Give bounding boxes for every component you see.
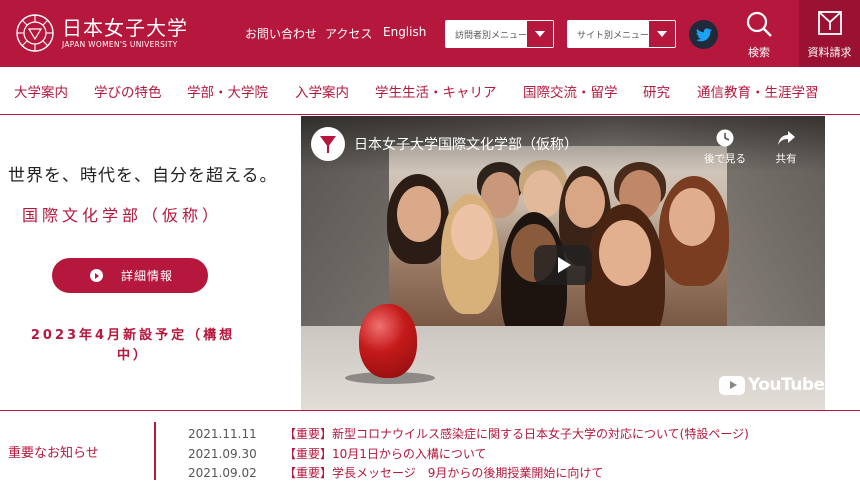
news-divider-line	[0, 410, 860, 411]
hero-faculty-name: 国際文化学部（仮称）	[22, 206, 223, 225]
clock-icon	[716, 129, 734, 147]
document-icon	[817, 11, 842, 35]
english-link[interactable]: English	[383, 25, 426, 39]
news-title[interactable]: 【重要】学長メッセージ 9月からの後期授業開始に向けて	[284, 466, 603, 480]
visitor-menu-select[interactable]: 訪問者別メニュー	[445, 20, 554, 48]
watch-later-button[interactable]: 後で見る	[703, 128, 747, 166]
university-logo[interactable]: 日本女子大学 JAPAN WOMEN'S UNIVERSITY	[14, 12, 188, 54]
request-documents-button[interactable]: 資料請求	[799, 0, 860, 67]
nav-item-international[interactable]: 国際交流・留学	[523, 81, 618, 101]
apple-image	[359, 304, 417, 378]
university-emblem-icon	[320, 136, 336, 153]
details-button-label: 詳細情報	[121, 269, 174, 283]
news-item[interactable]: 2021.11.11 【重要】新型コロナウイルス感染症に関する日本女子大学の対応に…	[188, 425, 749, 442]
main-navigation: 大学案内 学びの特色 学部・大学院 入学案内 学生生活・キャリア 国際交流・留学…	[0, 67, 860, 115]
youtube-video-player[interactable]: 日本女子大学国際文化学部（仮称） 後で見る 共有 YouTube	[301, 116, 825, 410]
chevron-down-icon	[527, 21, 553, 47]
share-button[interactable]: 共有	[764, 128, 808, 166]
site-menu-label: サイト別メニュー	[577, 30, 650, 41]
youtube-logo[interactable]: YouTube	[719, 375, 825, 395]
news-date: 2021.11.11	[188, 427, 257, 441]
nav-item-research[interactable]: 研究	[643, 81, 670, 101]
university-crest-icon	[16, 14, 54, 52]
news-vertical-divider	[154, 422, 156, 480]
nav-item-features[interactable]: 学びの特色	[94, 81, 162, 101]
chevron-down-icon	[649, 21, 675, 47]
arrow-right-circle-icon	[90, 269, 103, 282]
video-title[interactable]: 日本女子大学国際文化学部（仮称）	[354, 134, 578, 154]
nav-item-lifelong-learning[interactable]: 通信教育・生涯学習	[697, 81, 819, 101]
news-date: 2021.09.02	[188, 466, 257, 480]
news-date: 2021.09.30	[188, 447, 257, 461]
visitor-menu-label: 訪問者別メニュー	[455, 30, 528, 41]
logo-english: JAPAN WOMEN'S UNIVERSITY	[62, 40, 178, 49]
news-item[interactable]: 2021.09.30 【重要】10月1日からの入構について	[188, 445, 487, 462]
important-notices-heading: 重要なお知らせ	[8, 446, 99, 461]
site-header: 日本女子大学 JAPAN WOMEN'S UNIVERSITY お問い合わせ ア…	[0, 0, 860, 67]
logo-japanese: 日本女子大学	[62, 16, 188, 40]
play-button[interactable]	[534, 245, 592, 285]
youtube-icon	[719, 375, 745, 395]
news-title[interactable]: 【重要】新型コロナウイルス感染症に関する日本女子大学の対応について(特設ページ)	[284, 427, 749, 441]
watch-later-label: 後で見る	[704, 153, 746, 165]
share-icon	[778, 131, 795, 145]
site-menu-select[interactable]: サイト別メニュー	[567, 20, 676, 48]
details-button[interactable]: 詳細情報	[52, 258, 208, 293]
search-icon	[746, 11, 772, 37]
logo-text: 日本女子大学 JAPAN WOMEN'S UNIVERSITY	[62, 16, 188, 50]
opening-schedule: 2023年4月新設予定（構想中）	[30, 328, 236, 363]
contact-link[interactable]: お問い合わせ	[245, 25, 317, 42]
nav-item-student-life[interactable]: 学生生活・キャリア	[375, 81, 497, 101]
twitter-button[interactable]	[689, 20, 718, 49]
nav-item-faculties[interactable]: 学部・大学院	[187, 81, 268, 101]
access-link[interactable]: アクセス	[325, 25, 372, 42]
share-label: 共有	[775, 153, 797, 165]
nav-item-admissions[interactable]: 入学案内	[295, 81, 349, 101]
youtube-label: YouTube	[748, 375, 825, 395]
hero-tagline: 世界を、時代を、自分を超える。	[8, 166, 278, 186]
twitter-icon	[695, 27, 712, 41]
search-button[interactable]: 検索	[735, 10, 783, 60]
request-documents-label: 資料請求	[807, 46, 852, 59]
news-title[interactable]: 【重要】10月1日からの入構について	[284, 447, 487, 461]
news-item[interactable]: 2021.09.02 【重要】学長メッセージ 9月からの後期授業開始に向けて	[188, 464, 603, 481]
nav-item-about[interactable]: 大学案内	[14, 81, 68, 101]
search-label: 検索	[748, 46, 770, 59]
channel-avatar[interactable]	[311, 127, 345, 161]
